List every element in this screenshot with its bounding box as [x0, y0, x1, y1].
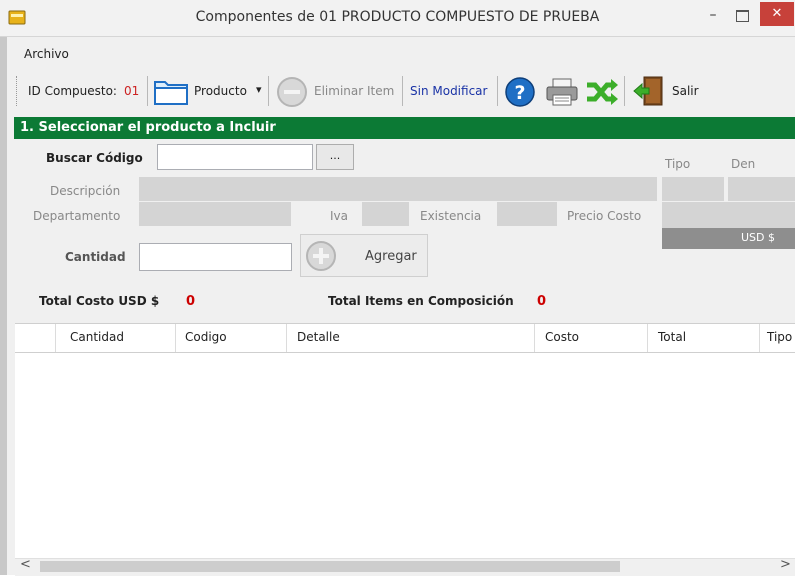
printer-icon[interactable] — [544, 76, 580, 108]
tipo-label: Tipo — [665, 157, 691, 171]
column-header-detalle[interactable]: Detalle — [297, 330, 340, 344]
minimize-button[interactable]: – — [700, 8, 726, 26]
departamento-label: Departamento — [33, 209, 121, 223]
den-label: Den — [731, 157, 756, 171]
currency-label: USD $ — [741, 231, 775, 244]
id-compuesto-label: ID Compuesto: — [28, 84, 117, 98]
estado-label: Sin Modificar — [410, 84, 488, 98]
column-header-total[interactable]: Total — [658, 330, 686, 344]
svg-text:?: ? — [514, 82, 525, 104]
column-divider[interactable] — [55, 324, 56, 352]
descripcion-label: Descripción — [50, 184, 121, 198]
total-items-value: 0 — [537, 294, 547, 309]
maximize-button[interactable] — [730, 6, 754, 26]
total-costo-label: Total Costo USD $ — [39, 294, 160, 308]
cantidad-label: Cantidad — [65, 250, 126, 264]
iva-label: Iva — [330, 209, 348, 223]
column-header-cantidad[interactable]: Cantidad — [70, 330, 124, 344]
descripcion-field — [139, 177, 657, 201]
toolbar-separator — [497, 76, 498, 106]
menu-archivo[interactable]: Archivo — [24, 47, 69, 61]
departamento-field — [139, 202, 291, 226]
den-field — [728, 177, 795, 201]
minus-circle-icon[interactable] — [276, 76, 308, 108]
browse-button[interactable]: ... — [316, 144, 354, 170]
agregar-label: Agregar — [365, 249, 417, 264]
exit-door-icon[interactable] — [632, 74, 666, 108]
column-header-costo[interactable]: Costo — [545, 330, 579, 344]
tipo-field — [662, 177, 724, 201]
iva-field — [362, 202, 409, 226]
column-divider[interactable] — [286, 324, 287, 352]
toolbar-grip[interactable] — [16, 76, 19, 106]
toolbar-separator — [147, 76, 148, 106]
total-costo-value: 0 — [186, 294, 196, 309]
column-header-codigo[interactable]: Codigo — [185, 330, 227, 344]
plus-circle-icon[interactable] — [305, 240, 337, 272]
precio-costo-label: Precio Costo — [567, 209, 642, 223]
window-title: Componentes de 01 PRODUCTO COMPUESTO DE … — [195, 9, 600, 25]
column-divider[interactable] — [534, 324, 535, 352]
buscar-codigo-label: Buscar Código — [46, 151, 143, 165]
components-grid[interactable] — [15, 323, 795, 558]
producto-button[interactable]: Producto — [194, 84, 247, 98]
total-items-label: Total Items en Composición — [328, 294, 514, 308]
id-compuesto-value: 01 — [124, 84, 140, 98]
shuffle-icon[interactable] — [584, 76, 620, 108]
eliminar-item-button[interactable]: Eliminar Item — [314, 84, 394, 98]
buscar-codigo-input[interactable] — [157, 144, 313, 170]
currency-bar — [662, 228, 795, 249]
column-divider[interactable] — [759, 324, 760, 352]
scroll-right-arrow[interactable]: > — [780, 557, 791, 572]
toolbar-separator — [402, 76, 403, 106]
menu-bar — [7, 42, 795, 64]
column-divider[interactable] — [647, 324, 648, 352]
chevron-down-icon[interactable]: ▾ — [256, 83, 262, 96]
help-icon[interactable]: ? — [504, 76, 536, 108]
section-header: 1. Seleccionar el producto a Incluir — [14, 117, 795, 139]
folder-icon[interactable] — [152, 74, 190, 108]
scroll-left-arrow[interactable]: < — [20, 557, 31, 572]
toolbar-separator — [268, 76, 269, 106]
toolbar-separator — [624, 76, 625, 106]
grid-header: Cantidad Codigo Detalle Costo Total Tipo — [15, 323, 795, 353]
existencia-field — [497, 202, 557, 226]
salir-button[interactable]: Salir — [672, 84, 699, 98]
precio-costo-field — [662, 202, 795, 228]
column-header-tipo[interactable]: Tipo — [767, 330, 792, 344]
cantidad-input[interactable] — [139, 243, 292, 271]
scrollbar-thumb[interactable] — [40, 561, 620, 572]
column-divider[interactable] — [175, 324, 176, 352]
existencia-label: Existencia — [420, 209, 482, 223]
close-button[interactable]: ✕ — [760, 2, 794, 26]
